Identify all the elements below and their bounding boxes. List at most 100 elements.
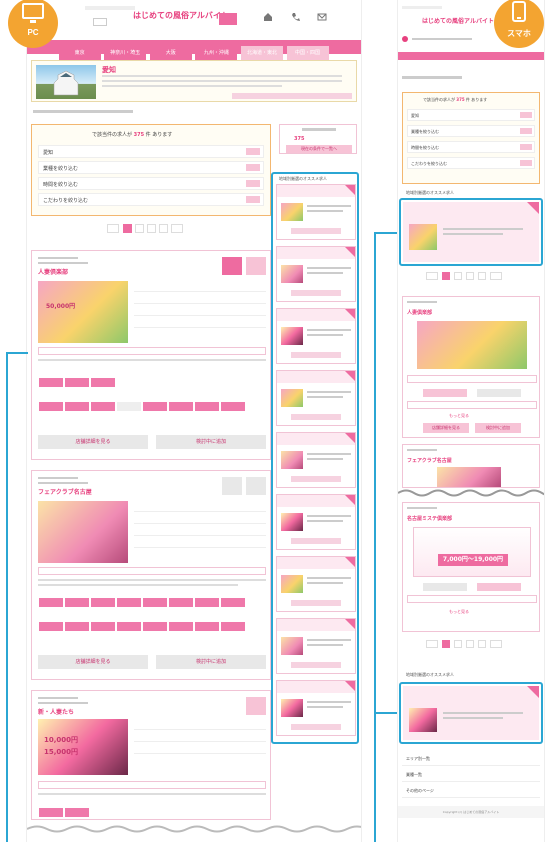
sp-shop-3-more-link[interactable]: もっと見る xyxy=(449,609,469,615)
pc-rec-card-2[interactable] xyxy=(276,246,356,302)
sp-recommend-frame-2[interactable] xyxy=(399,682,543,744)
sp-search-btn-0[interactable] xyxy=(520,112,532,118)
sp-search-row-3[interactable]: こだわりを絞り込む xyxy=(407,157,535,169)
nav-item-5[interactable]: 北海道・東北 xyxy=(240,46,283,60)
shop-2-keep-button[interactable]: 検討中に追加 xyxy=(156,655,266,669)
sp-shop-card-1: 人妻倶楽部 もっと見る 店舗詳細を見る 検討中に追加 xyxy=(402,296,540,438)
shop-3-image[interactable]: 10,000円 15,000円 xyxy=(38,719,128,775)
page-next[interactable] xyxy=(171,224,183,233)
shop-1-keep-button[interactable]: 検討中に追加 xyxy=(156,435,266,449)
pc-rec-card-6[interactable] xyxy=(276,494,356,550)
sp-search-label-1: 業種を絞り込む xyxy=(411,129,439,134)
sp-page-4[interactable] xyxy=(478,272,486,280)
sp-nav-bar[interactable] xyxy=(398,52,544,60)
sp-page-next[interactable] xyxy=(490,272,502,280)
shop-2-info-line-2 xyxy=(134,523,266,524)
sp-shop-1-keep-button[interactable]: 検討中に追加 xyxy=(475,423,521,433)
shop-1-image[interactable]: 50,000円 xyxy=(38,281,128,343)
pc-rec-card-3[interactable] xyxy=(276,308,356,364)
search-row-area[interactable]: 愛知 xyxy=(38,145,264,158)
sp-footer-row-2[interactable]: その他のページ xyxy=(402,784,540,798)
shop-3-name[interactable]: 新・人妻たち xyxy=(38,707,74,716)
search-row-type[interactable]: 業種を絞り込む xyxy=(38,161,264,174)
sp-page-2[interactable] xyxy=(454,272,462,280)
phone-icon[interactable] xyxy=(291,12,301,22)
search-row-btn-0[interactable] xyxy=(246,148,260,155)
sp-shop-1-name[interactable]: 人妻倶楽部 xyxy=(407,309,432,316)
sp-page-1[interactable] xyxy=(442,272,450,280)
sp-shop-1-tab-b[interactable] xyxy=(477,389,521,397)
pc-rec-card-1[interactable] xyxy=(276,184,356,240)
shop-2-name[interactable]: フェアクラブ名古屋 xyxy=(38,487,92,496)
page-4[interactable] xyxy=(159,224,168,233)
pc-rec-card-9[interactable] xyxy=(276,680,356,736)
search-row-pref[interactable]: こだわりを絞り込む xyxy=(38,193,264,206)
sp-shop-1-detail-button[interactable]: 店舗詳細を見る xyxy=(423,423,469,433)
region-select[interactable] xyxy=(93,18,107,26)
sp-shop-1-tab-a[interactable] xyxy=(423,389,467,397)
shop-1-info-table xyxy=(134,281,266,343)
pc-rec-card-4[interactable] xyxy=(276,370,356,426)
nav-item-4[interactable]: 九州・沖縄 xyxy=(195,46,238,60)
search-row-btn-2[interactable] xyxy=(246,180,260,187)
sp-search-row-0[interactable]: 愛知 xyxy=(407,109,535,121)
sp-page-prev[interactable] xyxy=(426,272,438,280)
nav-item-1[interactable]: 東京 xyxy=(58,46,101,60)
sp-shop-3-tab-b[interactable] xyxy=(477,583,521,591)
sp-recommend-frame-1[interactable] xyxy=(399,198,543,266)
site-logo[interactable]: はじめての風俗アルバイト xyxy=(133,10,229,21)
sp-footer-row-0[interactable]: エリア別一覧 xyxy=(402,752,540,766)
pc-rec-card-6-text-2 xyxy=(307,520,343,522)
sp-page-prev-b[interactable] xyxy=(426,640,438,648)
shop-2-detail-button[interactable]: 店舗詳細を見る xyxy=(38,655,148,669)
side-list-button[interactable]: 現在の条件で一覧へ xyxy=(286,145,352,153)
nav-item-6[interactable]: 中国・四国 xyxy=(286,46,329,60)
pc-rec-card-7[interactable] xyxy=(276,556,356,612)
page-3[interactable] xyxy=(147,224,156,233)
shop-1-name[interactable]: 人妻倶楽部 xyxy=(38,267,68,276)
sp-shop-3-name[interactable]: 名古屋ミステ倶楽部 xyxy=(407,515,452,522)
sp-page-2-b[interactable] xyxy=(454,640,462,648)
sp-footer-row-1[interactable]: 業種一覧 xyxy=(402,768,540,782)
sp-shop-2-name[interactable]: フェアクラブ名古屋 xyxy=(407,457,452,464)
pc-rec-card-5[interactable] xyxy=(276,432,356,488)
sp-logo[interactable]: はじめての風俗アルバイト xyxy=(422,16,494,25)
sp-shop-3-banner[interactable]: 7,000円〜19,000円 xyxy=(413,527,531,577)
login-button[interactable] xyxy=(219,13,237,25)
sp-search-btn-3[interactable] xyxy=(520,160,532,166)
sp-nav-icon[interactable] xyxy=(402,36,408,42)
search-row-time[interactable]: 時間を絞り込む xyxy=(38,177,264,190)
mail-icon[interactable] xyxy=(317,12,327,22)
region-tags xyxy=(232,93,352,99)
nav-item-3[interactable]: 大阪 xyxy=(149,46,192,60)
pc-rec-card-7-corner xyxy=(345,557,355,567)
shop-1-detail-button[interactable]: 店舗詳細を見る xyxy=(38,435,148,449)
sp-shop-3-tab-a[interactable] xyxy=(423,583,467,591)
sp-search-btn-1[interactable] xyxy=(520,128,532,134)
page-prev[interactable] xyxy=(107,224,119,233)
home-icon[interactable] xyxy=(263,12,273,22)
sp-shop-1-image[interactable] xyxy=(417,321,527,369)
breadcrumb[interactable] xyxy=(33,110,133,113)
page-2[interactable] xyxy=(135,224,144,233)
sp-page-3[interactable] xyxy=(466,272,474,280)
shop-1-chat-icon[interactable] xyxy=(246,257,266,275)
sp-search-btn-2[interactable] xyxy=(520,144,532,150)
sp-shop-2-image[interactable] xyxy=(437,467,501,487)
sp-shop-1-more-link[interactable]: もっと見る xyxy=(449,413,469,419)
shop-2-chat-icon[interactable] xyxy=(246,477,266,495)
sp-search-row-2[interactable]: 時間を絞り込む xyxy=(407,141,535,153)
sp-page-1-b[interactable] xyxy=(442,640,450,648)
pc-rec-card-8[interactable] xyxy=(276,618,356,674)
nav-item-2[interactable]: 神奈川・埼玉 xyxy=(104,46,147,60)
sp-page-4-b[interactable] xyxy=(478,640,486,648)
sp-page-next-b[interactable] xyxy=(490,640,502,648)
sp-page-3-b[interactable] xyxy=(466,640,474,648)
page-1[interactable] xyxy=(123,224,132,233)
shop-3-chat-icon[interactable] xyxy=(246,697,266,715)
sp-breadcrumb[interactable] xyxy=(402,76,462,79)
shop-2-image[interactable] xyxy=(38,501,128,563)
sp-search-row-1[interactable]: 業種を絞り込む xyxy=(407,125,535,137)
search-row-btn-1[interactable] xyxy=(246,164,260,171)
search-row-btn-3[interactable] xyxy=(246,196,260,203)
